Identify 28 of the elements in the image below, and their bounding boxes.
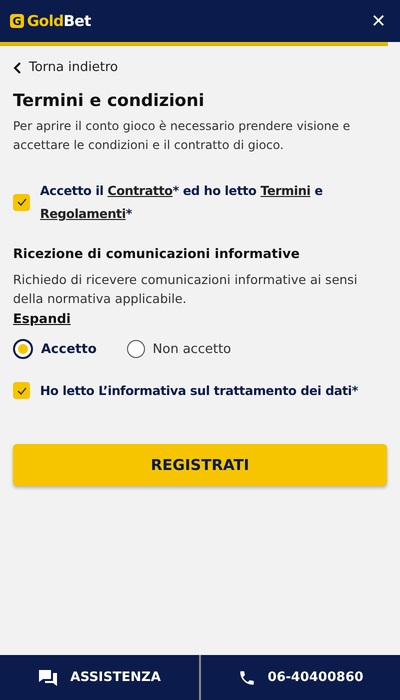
- intro-text: Per aprire il conto gioco è necessario prendere visione e accettare le condizioni e il contratto di gioco.: [13, 118, 352, 154]
- radio-button[interactable]: [13, 339, 33, 359]
- radio-label: Accetto: [41, 342, 97, 356]
- section-heading: Ricezione di comunicazioni informative: [13, 247, 301, 262]
- chevron-left-icon: [13, 62, 23, 74]
- phone-icon: [238, 668, 256, 686]
- description-text: Richiedo di ricevere comunicazioni informative ai sensi della normativa applicabile.: [13, 271, 358, 308]
- back-link[interactable]: Torna indietro: [13, 60, 387, 75]
- checkbox[interactable]: [13, 194, 30, 210]
- checkbox-label: Accetto il Contratto* ed ho letto Termini e Regolamenti*: [40, 182, 324, 223]
- phone-button[interactable]: 06-40400860: [201, 655, 400, 700]
- link[interactable]: Termini: [260, 183, 310, 198]
- checkbox-label: Ho letto L’informativa sul trattamento dei dati*: [40, 382, 358, 400]
- close-button[interactable]: ✕: [367, 10, 390, 32]
- checkbox[interactable]: [13, 382, 30, 399]
- register-button[interactable]: REGISTRATI: [13, 444, 387, 486]
- logo-icon: G: [10, 14, 24, 28]
- chat-icon: [38, 668, 58, 686]
- link[interactable]: Contratto: [107, 183, 173, 198]
- check-icon: [16, 198, 26, 206]
- support-button[interactable]: ASSISTENZA: [0, 655, 199, 700]
- link[interactable]: Regolamenti: [40, 206, 126, 221]
- logo-text: GoldBet: [27, 12, 91, 30]
- radio-label: Non accetto: [152, 342, 232, 356]
- radio-button[interactable]: [126, 340, 145, 358]
- page-title: Termini e condizioni: [13, 91, 206, 111]
- expand-link[interactable]: Espandi: [13, 312, 71, 327]
- check-icon: [16, 386, 26, 394]
